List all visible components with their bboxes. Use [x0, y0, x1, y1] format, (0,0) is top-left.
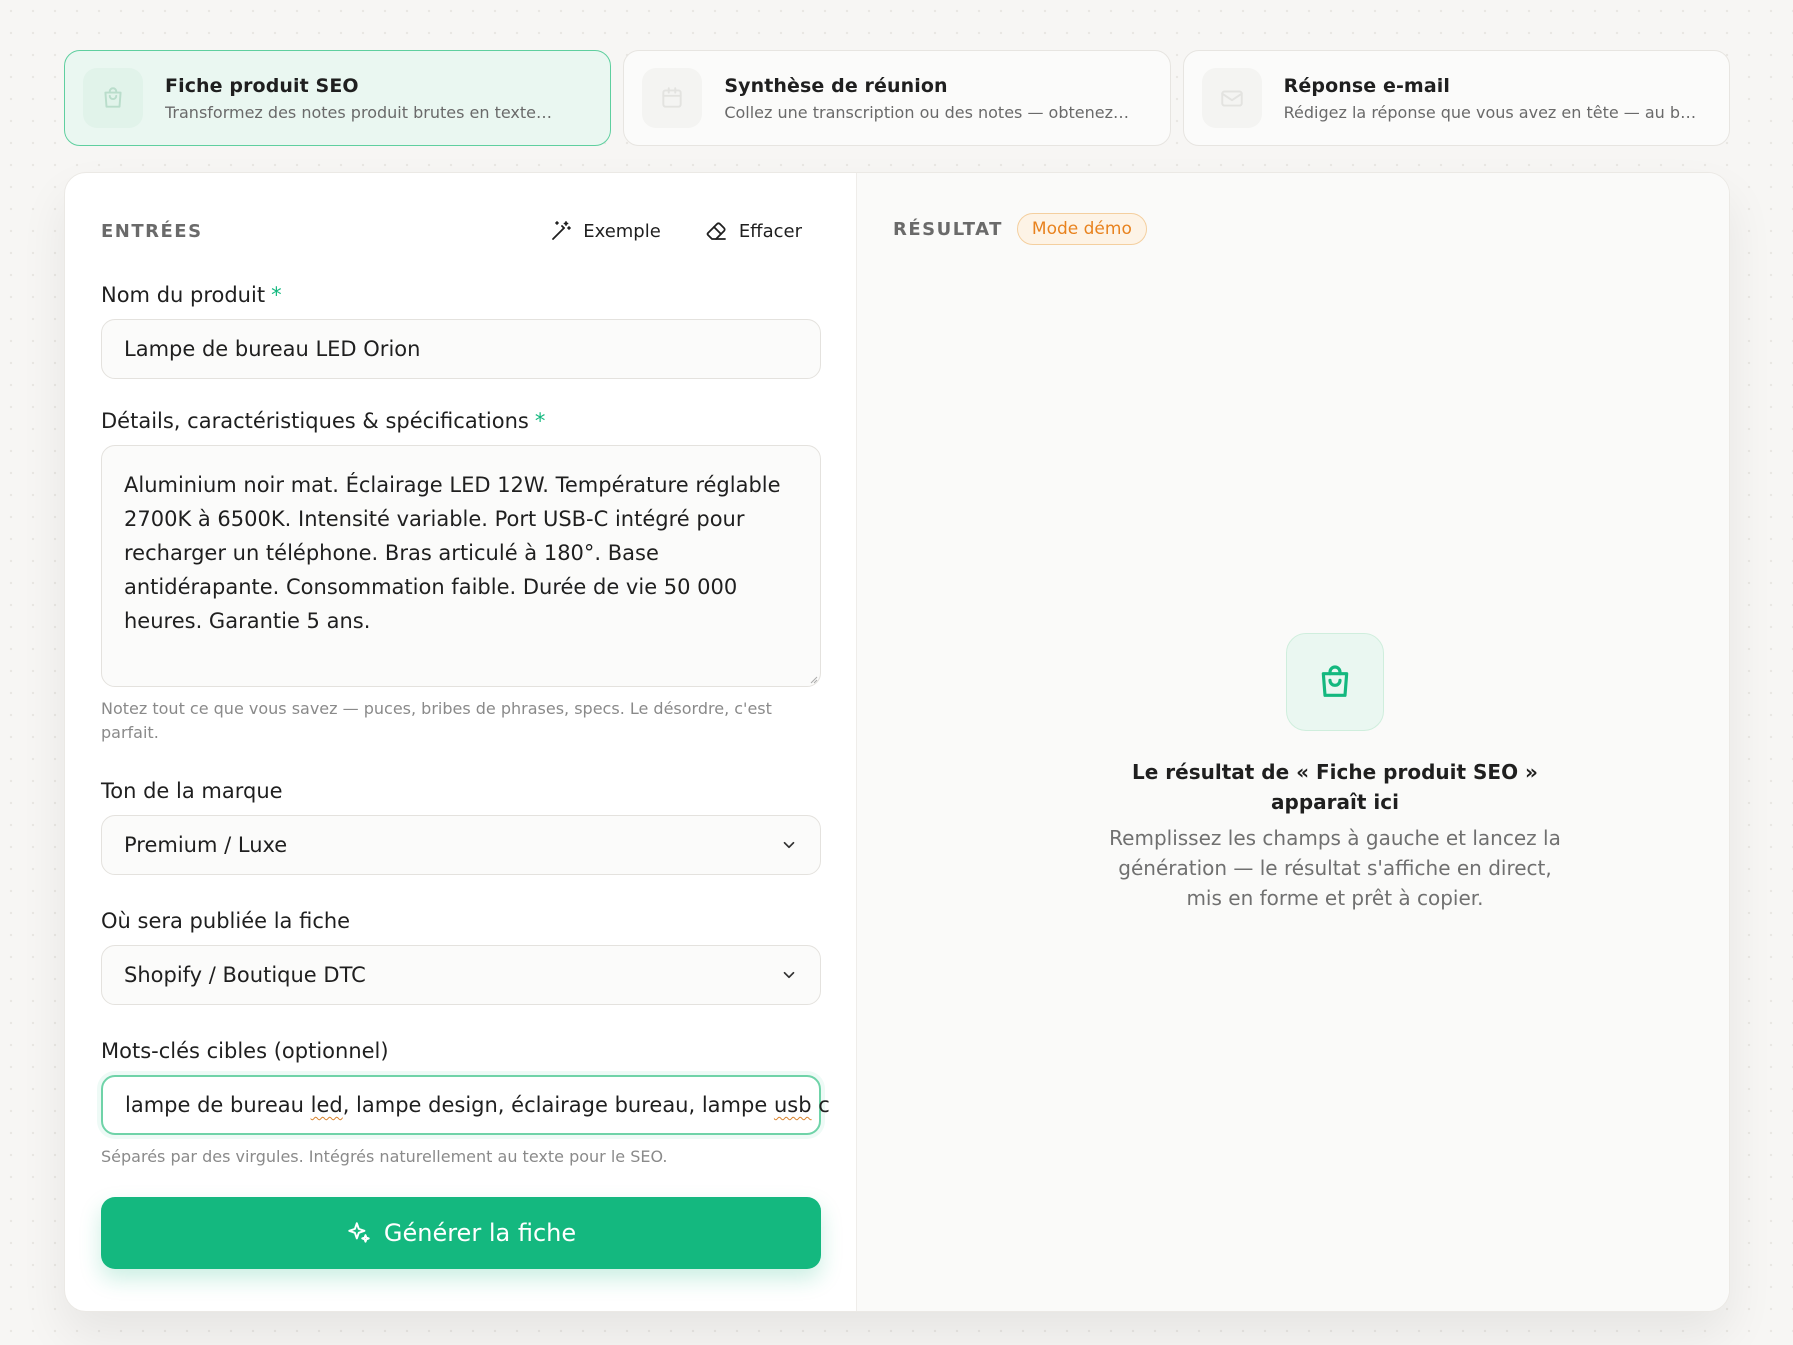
generate-button[interactable]: Générer la fiche: [101, 1197, 821, 1269]
tone-select[interactable]: Premium / Luxe: [101, 815, 821, 875]
tab-title: Fiche produit SEO: [165, 74, 359, 97]
magic-wand-icon: [552, 221, 572, 240]
required-mark: *: [534, 409, 546, 433]
generator-card: ENTRÉES Exemple Effacer Nom du produit *…: [64, 172, 1730, 1312]
tool-tabs: Fiche produit SEO Transformez des notes …: [64, 50, 1730, 146]
tab-description: Transformez des notes produit brutes en …: [165, 102, 552, 122]
channel-value: Shopify / Boutique DTC: [124, 963, 366, 987]
calendar-icon: [642, 68, 703, 128]
tab-title: Synthèse de réunion: [724, 74, 948, 97]
chevron-down-icon: [783, 841, 795, 849]
eraser-icon: [706, 222, 726, 240]
example-label: Exemple: [583, 220, 661, 242]
tab-description: Collez une transcription ou des notes — …: [724, 102, 1129, 122]
inputs-panel: ENTRÉES Exemple Effacer Nom du produit *…: [65, 173, 857, 1311]
tab-fiche-produit-seo[interactable]: Fiche produit SEO Transformez des notes …: [64, 50, 612, 146]
resize-handle-icon[interactable]: [808, 674, 818, 684]
product-name-value: Lampe de bureau LED Orion: [124, 337, 421, 361]
details-label: Détails, caractéristiques & spécificatio…: [101, 409, 546, 433]
demo-mode-badge: Mode démo: [1016, 213, 1147, 245]
tab-title: Réponse e-mail: [1283, 74, 1450, 97]
generate-label: Générer la fiche: [383, 1219, 577, 1247]
chevron-down-icon: [783, 971, 795, 979]
channel-select[interactable]: Shopify / Boutique DTC: [101, 945, 821, 1005]
tab-description: Rédigez la réponse que vous avez en tête…: [1283, 102, 1705, 122]
tab-synthese-reunion[interactable]: Synthèse de réunion Collez une transcrip…: [623, 50, 1171, 146]
tab-reponse-email[interactable]: Réponse e-mail Rédigez la réponse que vo…: [1182, 50, 1730, 146]
mail-icon: [1201, 68, 1262, 128]
keywords-value: lampe de bureau led, lampe design, éclai…: [125, 1093, 830, 1117]
product-name-label: Nom du produit *: [101, 283, 282, 307]
example-button[interactable]: Exemple: [549, 219, 661, 243]
clear-button[interactable]: Effacer: [705, 219, 802, 243]
channel-label: Où sera publiée la fiche: [101, 909, 351, 933]
clear-label: Effacer: [738, 220, 802, 242]
keywords-input[interactable]: lampe de bureau led, lampe design, éclai…: [101, 1075, 830, 1135]
sparkles-icon: [348, 1222, 370, 1243]
shopping-bag-icon: [1286, 633, 1384, 731]
inputs-title: ENTRÉES: [101, 220, 203, 242]
shopping-bag-icon: [83, 68, 143, 128]
empty-state: Le résultat de « Fiche produit SEO » app…: [1057, 633, 1613, 913]
required-mark: *: [271, 283, 282, 307]
empty-state-description: Remplissez les champs à gauche et lancez…: [1109, 826, 1561, 910]
tone-value: Premium / Luxe: [124, 833, 288, 857]
details-hint: Notez tout ce que vous savez — puces, br…: [101, 699, 772, 742]
product-name-input[interactable]: Lampe de bureau LED Orion: [101, 319, 821, 379]
keywords-label: Mots-clés cibles (optionnel): [101, 1039, 389, 1063]
result-panel: RÉSULTAT Mode démo Le résultat de « Fich…: [857, 173, 1729, 1311]
empty-state-title: Le résultat de « Fiche produit SEO » app…: [1132, 760, 1538, 814]
details-value: Aluminium noir mat. Éclairage LED 12W. T…: [124, 473, 781, 633]
keywords-hint: Séparés par des virgules. Intégrés natur…: [101, 1147, 668, 1166]
result-title: RÉSULTAT: [893, 218, 1003, 240]
tone-label: Ton de la marque: [101, 779, 283, 803]
details-textarea[interactable]: Aluminium noir mat. Éclairage LED 12W. T…: [101, 445, 821, 687]
